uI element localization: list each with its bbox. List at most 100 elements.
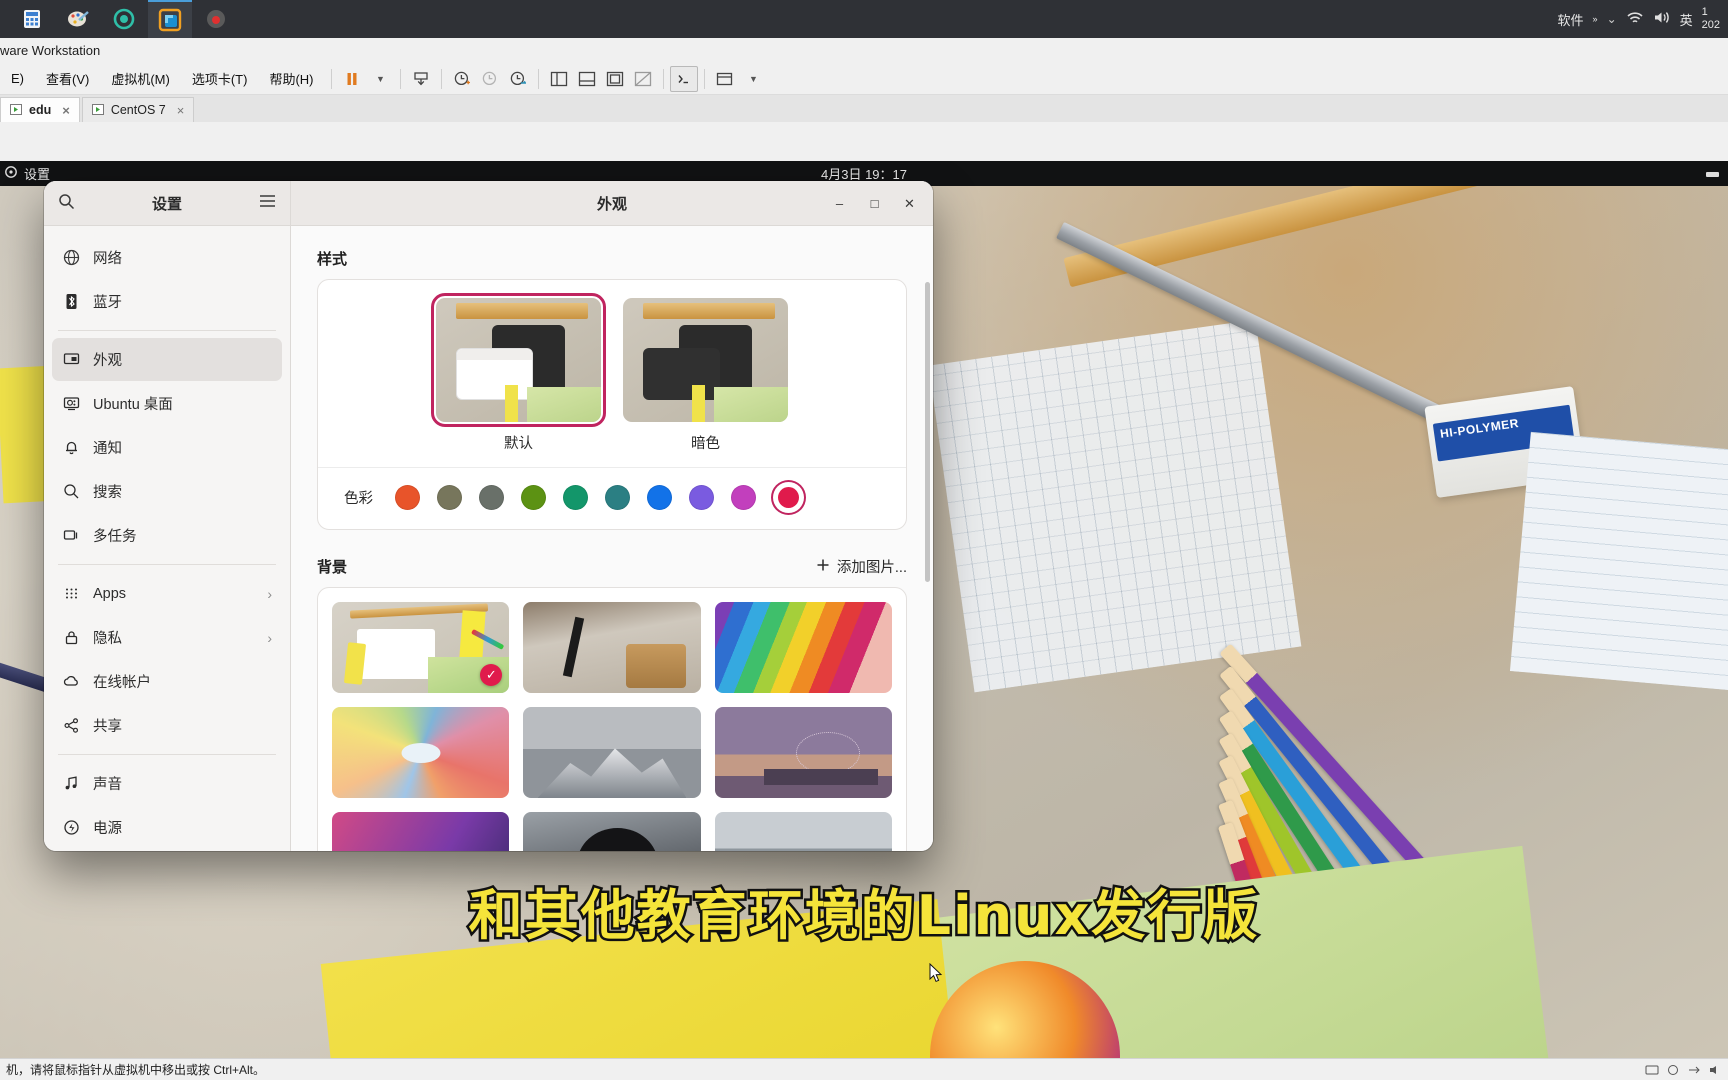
style-option-default[interactable]: 默认 bbox=[431, 293, 606, 453]
sidebar-item-ubuntu-desktop[interactable]: Ubuntu 桌面 bbox=[52, 382, 282, 425]
vmware-title-bar: ware Workstation bbox=[0, 38, 1728, 63]
accent-swatch-olive[interactable] bbox=[437, 485, 462, 510]
sidebar-item-apps[interactable]: Apps › bbox=[52, 572, 282, 615]
pause-dropdown-caret[interactable]: ▼ bbox=[366, 66, 394, 92]
accent-swatch-orange[interactable] bbox=[395, 485, 420, 510]
menu-tabs[interactable]: 选项卡(T) bbox=[181, 63, 259, 95]
wallpaper-thumb-pink-gradient[interactable] bbox=[332, 812, 510, 851]
vmware-status-text: 机，请将鼠标指针从虚拟机中移出或按 Ctrl+Alt。 bbox=[6, 1063, 266, 1077]
settings-window: 设置 网络 蓝牙 外观 Ubuntu 桌面 通知 搜索 多任务 Apps › 隐… bbox=[44, 181, 933, 851]
wifi-icon[interactable] bbox=[1626, 10, 1644, 28]
volume-icon[interactable] bbox=[1653, 10, 1671, 28]
accent-swatch-gray-green[interactable] bbox=[479, 485, 504, 510]
sidebar-item-multitasking[interactable]: 多任务 bbox=[52, 514, 282, 557]
minimize-button[interactable]: – bbox=[826, 190, 853, 217]
tab-centos7[interactable]: CentOS 7 × bbox=[81, 97, 195, 122]
bell-icon bbox=[62, 438, 81, 457]
vmware-workstation-icon[interactable] bbox=[148, 0, 192, 38]
maximize-button[interactable]: □ bbox=[861, 190, 888, 217]
accent-label: 色彩 bbox=[344, 491, 373, 507]
wallpaper-thumb-dark-blob[interactable] bbox=[523, 812, 701, 851]
taskbar-clock[interactable]: 1 202 bbox=[1702, 6, 1720, 31]
vmware-menu-bar: E) 查看(V) 虚拟机(M) 选项卡(T) 帮助(H) ▼ ▼ bbox=[0, 63, 1728, 95]
snapshot-manager-button[interactable] bbox=[504, 66, 532, 92]
show-bottom-panel-button[interactable] bbox=[573, 66, 601, 92]
sidebar-item-online-accounts[interactable]: 在线帐户 bbox=[52, 660, 282, 703]
calculator-icon[interactable] bbox=[10, 0, 54, 38]
sidebar-item-privacy[interactable]: 隐私 › bbox=[52, 616, 282, 659]
console-button[interactable] bbox=[669, 65, 698, 92]
network-tool-icon[interactable] bbox=[102, 0, 146, 38]
wallpaper-thumb-pencil-cup[interactable] bbox=[523, 602, 701, 693]
wallpaper-thumb-dusk-ferris-wheel[interactable] bbox=[714, 707, 892, 798]
accent-swatch-pink-red[interactable] bbox=[773, 482, 804, 513]
view-options-caret[interactable]: ▼ bbox=[739, 66, 767, 92]
paint-icon[interactable] bbox=[56, 0, 100, 38]
lock-icon bbox=[62, 628, 81, 647]
sidebar-item-label: 网络 bbox=[93, 251, 122, 267]
wallpaper-thumb-school-desk[interactable]: ✓ bbox=[332, 602, 510, 693]
fullscreen-button[interactable] bbox=[601, 66, 629, 92]
sidebar-item-appearance[interactable]: 外观 bbox=[52, 338, 282, 381]
snapshot-revert-button[interactable] bbox=[476, 66, 504, 92]
accent-swatch-magenta[interactable] bbox=[731, 485, 756, 510]
menu-vm[interactable]: 虚拟机(M) bbox=[100, 63, 181, 95]
tab-edu[interactable]: edu × bbox=[0, 97, 80, 122]
menu-view[interactable]: 查看(V) bbox=[35, 63, 100, 95]
accent-swatch-green[interactable] bbox=[521, 485, 546, 510]
ime-indicator[interactable]: 英 bbox=[1680, 10, 1693, 29]
accent-swatch-blue[interactable] bbox=[647, 485, 672, 510]
sidebar-item-notifications[interactable]: 通知 bbox=[52, 426, 282, 469]
wallpaper-thumb-rainbow-pencils[interactable] bbox=[714, 602, 892, 693]
tray-overflow-icon[interactable]: » bbox=[1593, 14, 1598, 24]
wallpaper-thumb-pencil-fan[interactable] bbox=[332, 707, 510, 798]
windows-taskbar: 软件 » ⌄ 英 1 202 bbox=[0, 0, 1728, 38]
menu-help[interactable]: 帮助(H) bbox=[258, 63, 324, 95]
wallpaper-thumb-books-shelf[interactable] bbox=[714, 812, 892, 851]
scrollbar-thumb[interactable] bbox=[925, 282, 930, 582]
accent-swatch-teal[interactable] bbox=[605, 485, 630, 510]
view-options-button[interactable] bbox=[711, 66, 739, 92]
sidebar-item-label: 外观 bbox=[93, 353, 122, 369]
sound-note-icon bbox=[62, 774, 81, 793]
wallpaper-thumb-mountains[interactable] bbox=[523, 707, 701, 798]
style-option-dark[interactable]: 暗色 bbox=[623, 298, 788, 453]
sidebar-divider bbox=[58, 564, 276, 565]
sidebar-item-network[interactable]: 网络 bbox=[52, 236, 282, 279]
mouse-cursor bbox=[929, 962, 943, 983]
style-preview-light bbox=[431, 293, 606, 427]
sidebar-item-label: 共享 bbox=[93, 719, 122, 735]
close-button[interactable]: ✕ bbox=[896, 190, 923, 217]
show-sidebar-button[interactable] bbox=[545, 66, 573, 92]
close-icon[interactable]: × bbox=[177, 103, 185, 118]
sidebar-item-sound[interactable]: 声音 bbox=[52, 762, 282, 805]
search-icon[interactable] bbox=[58, 193, 75, 214]
accent-swatch-purple[interactable] bbox=[689, 485, 714, 510]
wallpaper-graph-paper bbox=[928, 319, 1302, 693]
sidebar-item-power[interactable]: 电源 bbox=[52, 806, 282, 849]
accent-swatch-emerald[interactable] bbox=[563, 485, 588, 510]
hamburger-icon[interactable] bbox=[259, 194, 276, 212]
snapshot-take-button[interactable] bbox=[448, 66, 476, 92]
content-body[interactable]: 样式 默认 暗色 色彩 背景 添加图片... ✓ bbox=[291, 226, 933, 851]
recording-icon[interactable] bbox=[194, 0, 238, 38]
send-ctrl-alt-del-button[interactable] bbox=[407, 66, 435, 92]
menu-file[interactable]: E) bbox=[0, 63, 35, 95]
close-icon[interactable]: × bbox=[62, 103, 70, 118]
settings-sidebar: 设置 网络 蓝牙 外观 Ubuntu 桌面 通知 搜索 多任务 Apps › 隐… bbox=[44, 181, 291, 851]
add-picture-button[interactable]: 添加图片... bbox=[816, 556, 907, 577]
sidebar-divider bbox=[58, 754, 276, 755]
vmware-status-icons bbox=[1645, 1064, 1722, 1076]
content-scrollbar[interactable] bbox=[925, 282, 930, 842]
tray-software-label[interactable]: 软件 bbox=[1558, 10, 1584, 29]
plus-icon bbox=[816, 558, 830, 576]
settings-content: 外观 – □ ✕ 样式 默认 暗色 色彩 背景 添加图片... ✓ bbox=[291, 181, 933, 851]
pause-button[interactable] bbox=[338, 66, 366, 92]
sidebar-item-display[interactable]: 显示器 bbox=[52, 850, 282, 851]
unity-mode-button[interactable] bbox=[629, 66, 657, 92]
chevron-up-icon[interactable]: ⌄ bbox=[1607, 12, 1617, 26]
sidebar-item-bluetooth[interactable]: 蓝牙 bbox=[52, 280, 282, 323]
sidebar-item-sharing[interactable]: 共享 bbox=[52, 704, 282, 747]
sidebar-item-search[interactable]: 搜索 bbox=[52, 470, 282, 513]
guest-screen: HI-POLYMER 设置 4月3日 19：17 设置 网络 蓝牙 外观 Ubu… bbox=[0, 161, 1728, 1080]
